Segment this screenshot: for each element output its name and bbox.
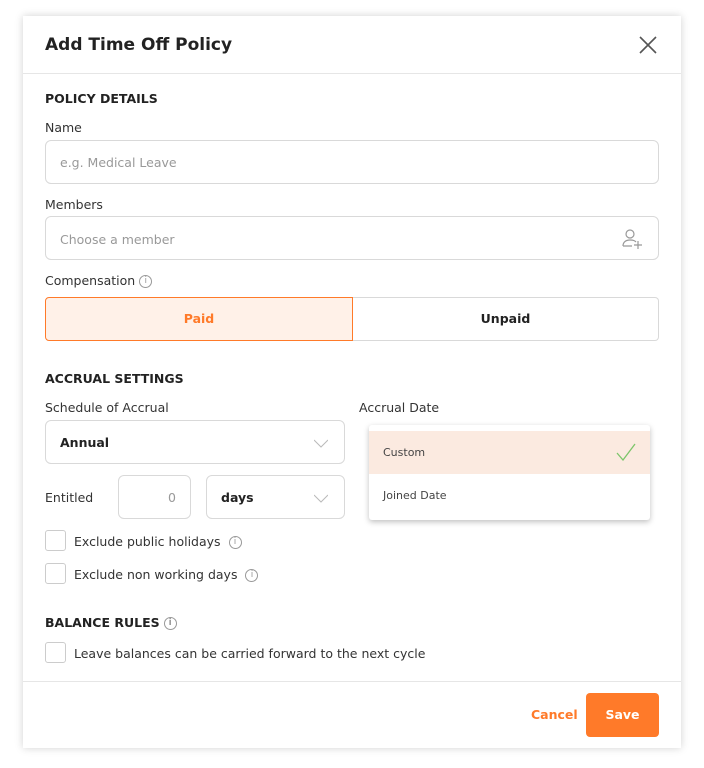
schedule-select[interactable]: Annual [45,420,345,464]
exclude-holidays-checkbox[interactable] [45,530,66,551]
balance-rules-heading: BALANCE RULES i [45,615,177,630]
exclude-holidays-text: Exclude public holidays [74,534,221,549]
name-placeholder: e.g. Medical Leave [60,155,177,170]
schedule-label: Schedule of Accrual [45,400,169,415]
info-icon[interactable]: i [228,536,242,549]
cancel-button[interactable]: Cancel [531,707,578,722]
carry-forward-label: Leave balances can be carried forward to… [74,646,426,661]
name-label: Name [45,120,82,135]
accrual-date-label: Accrual Date [359,400,440,415]
chevron-down-icon [314,494,328,503]
exclude-nonworking-label: Exclude non working days i [74,567,259,582]
compensation-label: Compensation i [45,273,153,288]
dropdown-option-custom[interactable]: Custom [369,431,650,474]
save-button[interactable]: Save [586,693,659,737]
members-placeholder: Choose a member [60,232,175,247]
modal-title: Add Time Off Policy [45,35,233,55]
exclude-nonworking-text: Exclude non working days [74,567,238,582]
info-icon[interactable]: i [245,569,259,582]
check-icon [616,443,636,461]
entitled-input[interactable]: 0 [118,475,191,519]
name-input[interactable]: e.g. Medical Leave [45,140,659,184]
info-icon[interactable]: i [163,617,177,630]
paid-option[interactable]: Paid [45,297,353,341]
info-icon[interactable]: i [139,275,153,288]
add-policy-modal: Add Time Off Policy POLICY DETAILS Name … [23,16,681,748]
exclude-holidays-label: Exclude public holidays i [74,534,242,549]
members-input[interactable]: Choose a member [45,216,659,260]
unpaid-option[interactable]: Unpaid [353,297,659,341]
unit-select[interactable]: days [206,475,345,519]
add-user-icon[interactable] [622,228,644,250]
members-label: Members [45,197,103,212]
compensation-label-text: Compensation [45,273,136,288]
balance-rules-text: BALANCE RULES [45,615,160,630]
entitled-label: Entitled [45,490,94,505]
option-label: Joined Date [383,489,447,502]
exclude-nonworking-checkbox[interactable] [45,563,66,584]
policy-details-heading: POLICY DETAILS [45,91,158,106]
schedule-value: Annual [60,435,110,450]
option-label: Custom [383,446,426,459]
modal-footer: Cancel Save [23,681,681,748]
dropdown-option-joined-date[interactable]: Joined Date [369,474,650,517]
modal-header: Add Time Off Policy [23,16,681,74]
carry-forward-checkbox[interactable] [45,642,66,663]
close-icon[interactable] [639,36,657,54]
accrual-settings-heading: ACCRUAL SETTINGS [45,371,184,386]
unit-value: days [221,490,254,505]
chevron-down-icon [314,439,328,448]
accrual-date-dropdown: Custom Joined Date [369,425,650,520]
